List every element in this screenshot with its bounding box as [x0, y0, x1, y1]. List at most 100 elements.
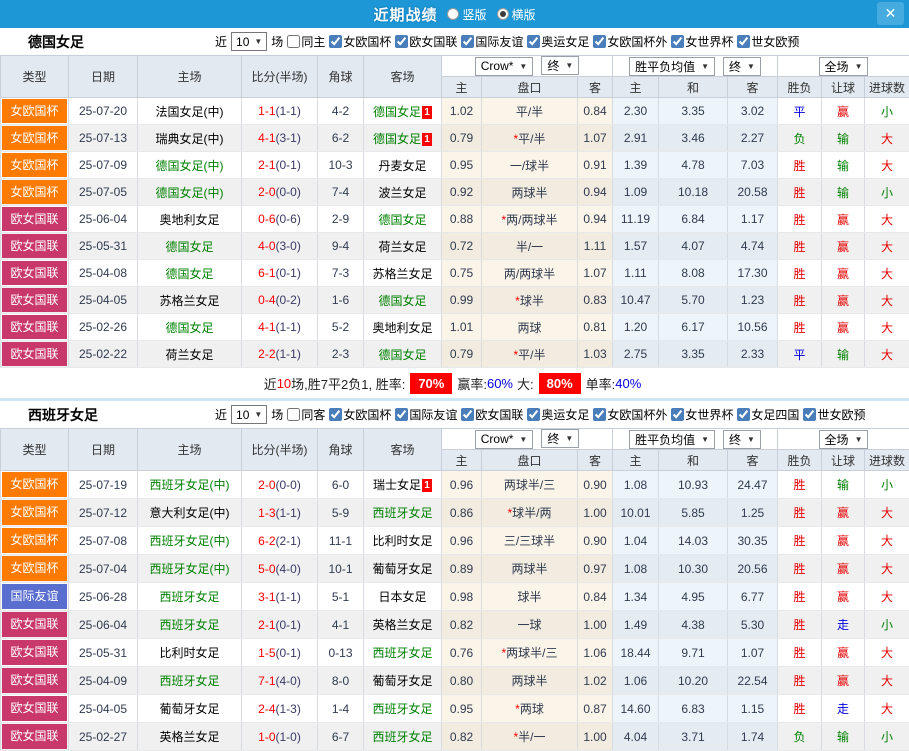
competition-filter[interactable]: 国际友谊: [395, 406, 457, 423]
layout-option-horizontal[interactable]: 横版: [496, 6, 536, 23]
close-icon[interactable]: ✕: [877, 2, 904, 25]
result-goals: 大: [864, 638, 909, 667]
avg-away-odds: 20.58: [726, 178, 779, 206]
match-date: 25-07-12: [68, 498, 138, 527]
competition-filter[interactable]: 奥运女足: [527, 33, 589, 50]
avg-type-select[interactable]: 胜平负均值: [629, 429, 715, 449]
same-home-checkbox[interactable]: [287, 35, 301, 48]
away-team: 波兰女足: [363, 178, 442, 206]
avg-home-odds: 1.39: [612, 151, 659, 179]
competition-checkbox[interactable]: [527, 35, 541, 48]
result-goals: 大: [864, 151, 909, 179]
competition-checkbox[interactable]: [395, 408, 409, 421]
competition-filter[interactable]: 女欧国杯: [329, 33, 391, 50]
competition-checkbox[interactable]: [461, 408, 475, 421]
competition-filter[interactable]: 女欧国杯外: [593, 406, 667, 423]
competition-badge-label: 欧女国联: [2, 342, 67, 366]
match-row: 欧女国联 25-04-08 德国女足 6-1(0-1) 7-3 苏格兰女足 0.75 两/两球…: [0, 259, 909, 287]
result-goals: 大: [864, 526, 909, 555]
match-count-select[interactable]: 10: [231, 405, 268, 424]
corners: 1-4: [317, 694, 364, 723]
competition-filter[interactable]: 欧女国联: [461, 406, 523, 423]
result-goals: 大: [864, 694, 909, 723]
handicap-line: 一/球半: [481, 151, 578, 179]
avg-time-select[interactable]: 终: [723, 429, 761, 449]
filters: 近 10 场 同主 女欧国杯欧女国联国际友谊奥运女足女欧国杯外女世界杯世女欧预: [215, 32, 799, 51]
radio-selected-icon: [496, 8, 509, 20]
corners: 9-4: [317, 232, 364, 260]
competition-filter[interactable]: 女足四国: [737, 406, 799, 423]
same-away-filter[interactable]: 同客: [287, 406, 325, 423]
competition-checkbox[interactable]: [329, 408, 343, 421]
corners: 1-6: [317, 286, 364, 314]
match-date: 25-04-05: [68, 286, 138, 314]
result-handicap: 走: [821, 610, 866, 639]
competition-checkbox[interactable]: [671, 408, 685, 421]
near-label: 近: [215, 408, 228, 422]
competition-checkbox[interactable]: [803, 408, 817, 421]
competition-filter[interactable]: 欧女国联: [395, 33, 457, 50]
competition-checkbox[interactable]: [461, 35, 475, 48]
avg-draw-odds: 6.83: [658, 694, 728, 723]
handicap-line: 半/一: [481, 232, 578, 260]
odds-time-select[interactable]: 终: [541, 56, 580, 76]
handicap-home-odds: 0.88: [441, 205, 482, 233]
avg-home-odds: 1.49: [612, 610, 659, 639]
scope-group-header: 全场: [777, 428, 909, 450]
handicap-line: *平/半: [481, 340, 578, 368]
home-team: 德国女足(中): [137, 178, 242, 206]
corners: 5-9: [317, 498, 364, 527]
match-row: 欧女国联 25-06-04 西班牙女足 2-1(0-1) 4-1 英格兰女足 0.82 一球 1…: [0, 610, 909, 639]
scope-select[interactable]: 全场: [818, 56, 869, 76]
competition-filter[interactable]: 世女欧预: [737, 33, 799, 50]
competition-badge: 欧女国联: [0, 313, 69, 341]
col-home: 主场: [137, 428, 242, 471]
competition-filter[interactable]: 世女欧预: [803, 406, 865, 423]
competition-checkbox[interactable]: [329, 35, 343, 48]
odds-time-select[interactable]: 终: [541, 429, 580, 449]
layout-option-vertical[interactable]: 竖版: [447, 6, 487, 23]
same-home-filter[interactable]: 同主: [287, 33, 325, 50]
avg-home-odds: 2.91: [612, 124, 659, 152]
score: 2-1(0-1): [241, 151, 318, 179]
home-team: 荷兰女足: [137, 340, 242, 368]
near-label: 近: [215, 35, 228, 49]
same-away-checkbox[interactable]: [287, 408, 301, 421]
competition-filter[interactable]: 女欧国杯外: [593, 33, 667, 50]
competition-checkbox[interactable]: [527, 408, 541, 421]
competition-checkbox[interactable]: [395, 35, 409, 48]
competition-checkbox[interactable]: [737, 408, 751, 421]
competition-filter[interactable]: 女欧国杯: [329, 406, 391, 423]
match-row: 女欧国杯 25-07-08 西班牙女足(中) 6-2(2-1) 11-1 比利时女足 0.9…: [0, 526, 909, 555]
competition-badge-label: 欧女国联: [2, 315, 67, 339]
spain-results-table: 类型 日期 主场 比分(半场) 角球 客场 Crow*终 胜平负均值终 全场 主…: [0, 428, 909, 751]
home-team: 瑞典女足(中): [137, 124, 242, 152]
competition-checkbox[interactable]: [593, 35, 607, 48]
odds-company-select[interactable]: Crow*: [474, 56, 534, 76]
match-count-select[interactable]: 10: [231, 32, 268, 51]
competition-filter[interactable]: 奥运女足: [527, 406, 589, 423]
competition-badge-label: 欧女国联: [2, 288, 67, 312]
competition-badge: 女欧国杯: [0, 124, 69, 152]
avg-type-select[interactable]: 胜平负均值: [629, 56, 715, 76]
odds-company-select[interactable]: Crow*: [474, 429, 534, 449]
col-handicap-home: 主: [441, 449, 482, 471]
away-team: 苏格兰女足: [363, 259, 442, 287]
competition-filter[interactable]: 国际友谊: [461, 33, 523, 50]
avg-draw-odds: 9.71: [658, 638, 728, 667]
avg-time-select[interactable]: 终: [723, 56, 761, 76]
competition-checkbox[interactable]: [737, 35, 751, 48]
competition-checkbox[interactable]: [593, 408, 607, 421]
avg-away-odds: 17.30: [726, 259, 779, 287]
handicap-home-odds: 0.89: [441, 554, 482, 583]
competition-filter[interactable]: 女世界杯: [671, 406, 733, 423]
score: 7-1(4-0): [241, 666, 318, 695]
avg-away-odds: 1.17: [726, 205, 779, 233]
competition-checkbox[interactable]: [671, 35, 685, 48]
avg-home-odds: 1.34: [612, 582, 659, 611]
scope-select[interactable]: 全场: [818, 429, 869, 449]
handicap-home-odds: 0.99: [441, 286, 482, 314]
handicap-away-odds: 0.83: [577, 286, 613, 314]
competition-filter[interactable]: 女世界杯: [671, 33, 733, 50]
star-marker: *: [513, 730, 519, 744]
